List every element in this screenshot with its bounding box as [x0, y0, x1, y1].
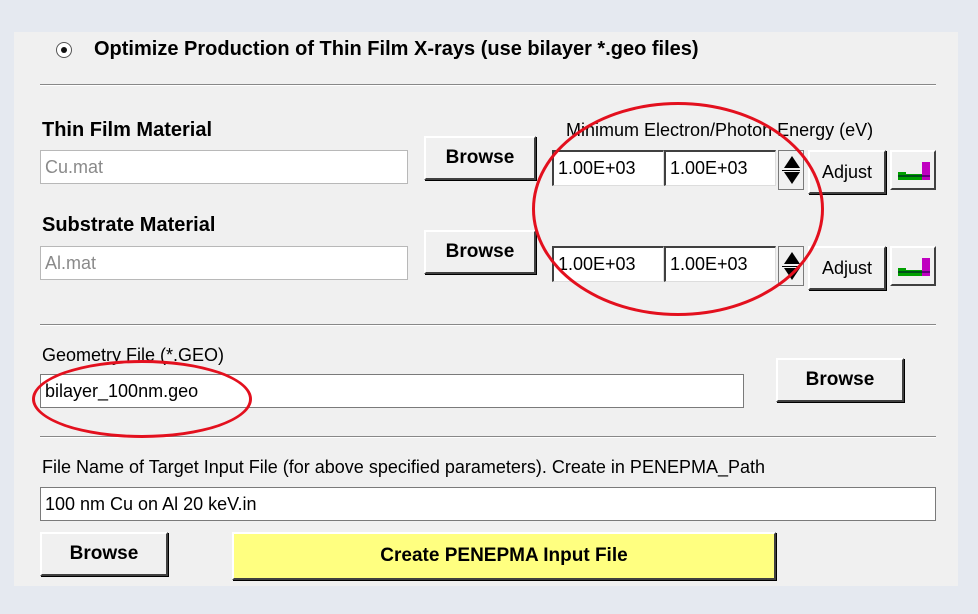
periodic-table-icon[interactable] — [890, 150, 936, 190]
annotation-ellipse-geometry — [32, 360, 252, 438]
substrate-browse-button[interactable]: Browse — [424, 230, 536, 274]
substrate-field[interactable]: Al.mat — [40, 246, 408, 280]
optimize-option-label[interactable]: Optimize Production of Thin Film X-rays … — [94, 38, 699, 61]
geometry-browse-button[interactable]: Browse — [776, 358, 904, 402]
substrate-adjust-button[interactable]: Adjust — [808, 246, 886, 290]
separator-bottom — [40, 436, 936, 438]
separator-top — [40, 84, 936, 86]
periodic-table-icon[interactable] — [890, 246, 936, 286]
substrate-label: Substrate Material — [42, 214, 216, 236]
separator-middle — [40, 324, 936, 326]
target-file-label: File Name of Target Input File (for abov… — [42, 457, 765, 477]
radio-selected-icon[interactable] — [56, 42, 72, 58]
target-file-field[interactable]: 100 nm Cu on Al 20 keV.in — [40, 487, 936, 521]
create-input-file-button[interactable]: Create PENEPMA Input File — [232, 532, 776, 580]
target-browse-button[interactable]: Browse — [40, 532, 168, 576]
thin-film-label: Thin Film Material — [42, 119, 213, 141]
annotation-ellipse-energy — [532, 102, 824, 316]
thin-film-browse-button[interactable]: Browse — [424, 136, 536, 180]
thin-film-field[interactable]: Cu.mat — [40, 150, 408, 184]
